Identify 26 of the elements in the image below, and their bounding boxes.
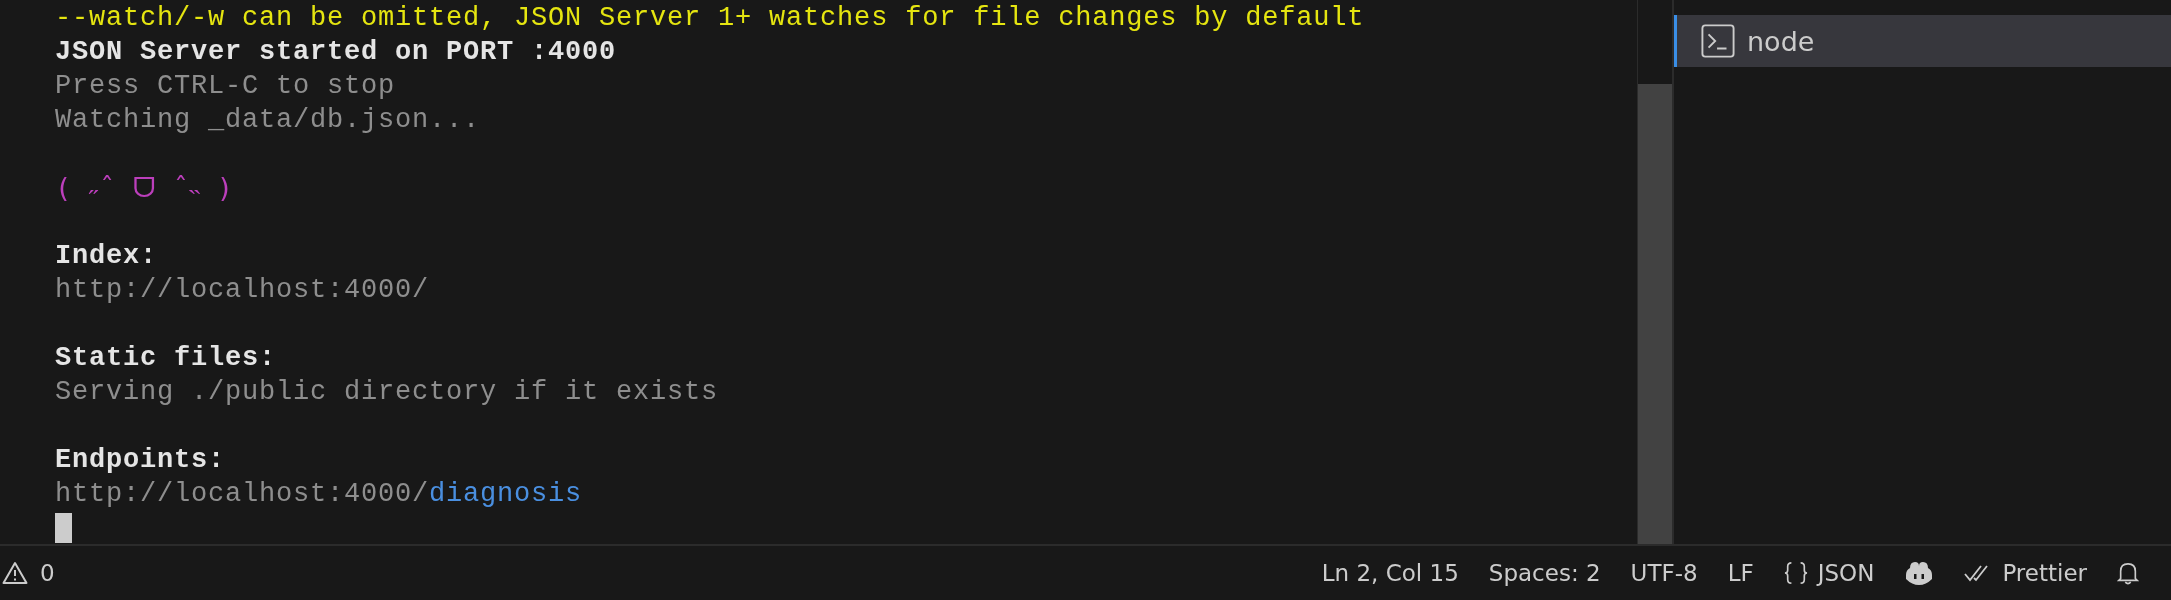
terminal-output-line: Static files: — [55, 343, 277, 373]
cursor-position[interactable]: Ln 2, Col 15 — [1321, 560, 1459, 586]
notification-bell-icon[interactable] — [2117, 560, 2139, 586]
terminal-output-line: ( ˶ˆ ᗜ ˆ˵ ) — [55, 172, 234, 203]
endpoint-url: http://localhost:4000/diagnosis — [55, 479, 583, 509]
terminal-output-line: Index: — [55, 241, 158, 271]
copilot-icon[interactable] — [1904, 560, 1935, 586]
terminal-output-line: Press CTRL-C to stop — [55, 71, 396, 101]
indentation-setting[interactable]: Spaces: 2 — [1488, 560, 1601, 586]
terminal-output-line: Endpoints: — [55, 445, 226, 475]
scrollbar-thumb[interactable] — [1638, 84, 1672, 544]
line-ending-setting[interactable]: LF — [1727, 560, 1754, 586]
terminal-output-line: http://localhost:4000/ — [55, 275, 430, 305]
warning-icon — [2, 561, 28, 585]
terminal-list-item[interactable]: node — [1674, 15, 2171, 67]
braces-icon — [1783, 561, 1808, 585]
problems-count[interactable]: 0 — [40, 560, 55, 586]
terminal-output-line: --watch/-w can be omitted, JSON Server 1+ watches for file changes by default — [55, 3, 1365, 33]
terminal-icon — [1701, 24, 1735, 58]
language-mode[interactable]: JSON — [1817, 560, 1875, 586]
terminal-output-line: Serving ./public directory if it exists — [55, 377, 719, 407]
formatter-status[interactable]: Prettier — [2002, 560, 2087, 586]
terminal-output-line: Watching _data/db.json... — [55, 105, 481, 135]
terminal-output-line: JSON Server started on PORT :4000 — [55, 37, 617, 67]
terminal-cursor — [55, 512, 72, 543]
encoding-setting[interactable]: UTF-8 — [1630, 560, 1698, 586]
